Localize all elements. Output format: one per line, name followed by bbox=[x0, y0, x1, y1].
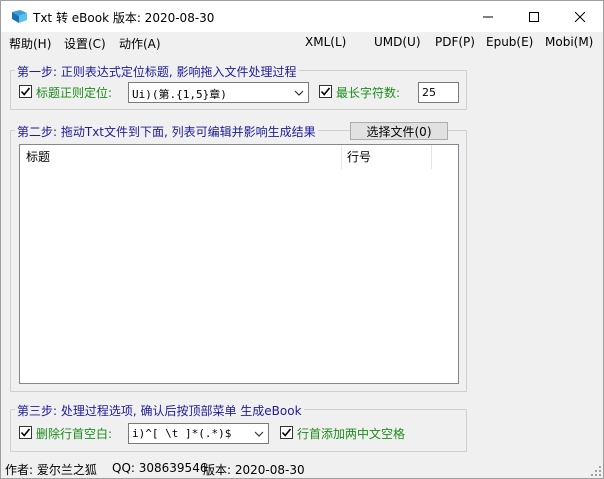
trim-label: 删除行首空白: bbox=[36, 427, 113, 441]
column-divider[interactable] bbox=[431, 145, 432, 169]
regex-checkbox[interactable] bbox=[19, 85, 32, 98]
column-line-number[interactable]: 行号 bbox=[341, 145, 431, 169]
menu-help[interactable]: 帮助(H) bbox=[9, 35, 51, 52]
maximize-button[interactable] bbox=[511, 1, 557, 32]
step1-title: 第一步: 正则表达式定位标题, 影响拖入文件处理过程 bbox=[15, 63, 299, 80]
step2-title: 第二步: 拖动Txt文件到下面, 列表可编辑并影响生成结果 bbox=[15, 123, 318, 140]
list-header: 标题 行号 bbox=[20, 145, 458, 169]
indent-label: 行首添加两中文空格 bbox=[297, 427, 406, 441]
checkmark-icon bbox=[281, 428, 292, 437]
column-title[interactable]: 标题 bbox=[20, 145, 341, 169]
menu-pdf[interactable]: PDF(P) bbox=[435, 35, 475, 49]
minimize-icon bbox=[483, 16, 493, 17]
trim-checkbox[interactable] bbox=[19, 426, 32, 439]
checkmark-icon bbox=[20, 428, 31, 437]
menu-umd[interactable]: UMD(U) bbox=[374, 35, 421, 49]
minimize-button[interactable] bbox=[465, 1, 511, 32]
step3-title: 第三步: 处理过程选项, 确认后按顶部菜单 生成eBook bbox=[15, 402, 304, 419]
status-author: 作者: 爱尔兰之狐 bbox=[5, 463, 97, 477]
resize-grip-icon[interactable] bbox=[591, 466, 601, 476]
maximize-icon bbox=[529, 11, 539, 22]
book-icon bbox=[12, 10, 27, 23]
select-file-button[interactable]: 选择文件(0) bbox=[350, 122, 448, 140]
chevron-down-icon bbox=[294, 90, 304, 96]
maxlen-label: 最长字符数: bbox=[336, 86, 401, 100]
title-list[interactable]: 标题 行号 bbox=[19, 144, 459, 384]
maxlen-value: 25 bbox=[422, 86, 436, 99]
indent-checkbox[interactable] bbox=[280, 426, 293, 439]
menu-actions[interactable]: 动作(A) bbox=[119, 35, 161, 52]
menu-mobi[interactable]: Mobi(M) bbox=[545, 35, 593, 49]
regex-label: 标题正则定位: bbox=[36, 86, 113, 100]
window-title: Txt 转 eBook 版本: 2020-08-30 bbox=[33, 11, 215, 25]
close-button[interactable] bbox=[557, 1, 603, 32]
menu-epub[interactable]: Epub(E) bbox=[486, 35, 533, 49]
checkmark-icon bbox=[20, 87, 31, 96]
menu-bar: 帮助(H) 设置(C) 动作(A) XML(L) UMD(U) PDF(P) E… bbox=[1, 32, 603, 54]
checkmark-icon bbox=[320, 87, 331, 96]
maxlen-input[interactable]: 25 bbox=[418, 82, 459, 103]
status-bar: 作者: 爱尔兰之狐 QQ: 308639546 版本: 2020-08-30 bbox=[1, 458, 603, 478]
status-version: 版本: 2020-08-30 bbox=[203, 463, 305, 477]
app-window: Txt 转 eBook 版本: 2020-08-30 帮助(H) 设置(C) 动… bbox=[0, 0, 604, 479]
chevron-down-icon bbox=[254, 431, 264, 437]
regex-value: Ui)(第.{1,5}章) bbox=[132, 88, 227, 101]
status-qq: QQ: 308639546 bbox=[112, 461, 208, 475]
menu-xml[interactable]: XML(L) bbox=[305, 35, 346, 49]
close-icon bbox=[575, 11, 585, 22]
maxlen-checkbox[interactable] bbox=[319, 85, 332, 98]
title-bar[interactable]: Txt 转 eBook 版本: 2020-08-30 bbox=[1, 1, 603, 32]
regex-combo[interactable]: Ui)(第.{1,5}章) bbox=[128, 82, 309, 103]
menu-settings[interactable]: 设置(C) bbox=[64, 35, 106, 52]
trim-combo[interactable]: i)^[ \t ]*(.*)$ bbox=[128, 423, 269, 444]
trim-value: i)^[ \t ]*(.*)$ bbox=[132, 427, 232, 440]
